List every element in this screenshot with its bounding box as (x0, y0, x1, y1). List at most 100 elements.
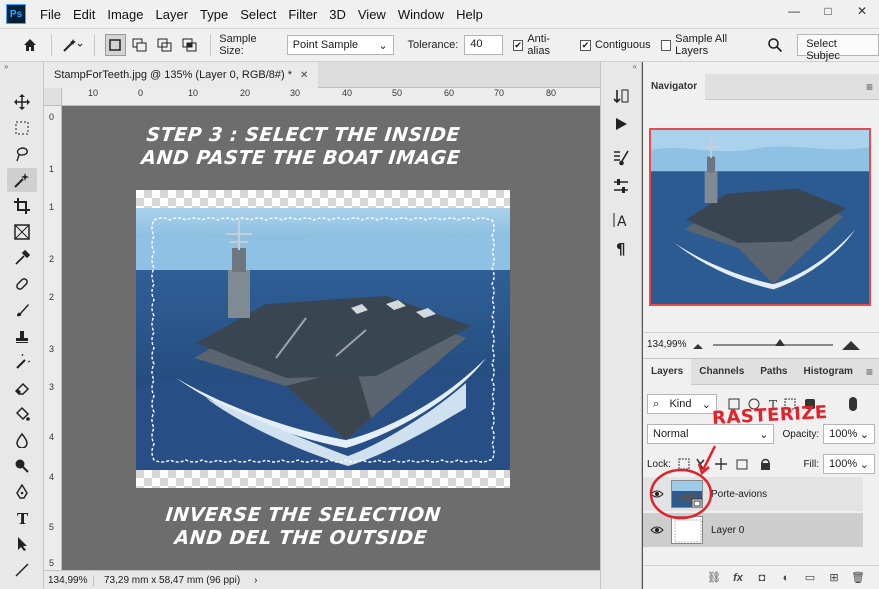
adjustment-icon[interactable]: ◐ (777, 569, 795, 587)
menu-help[interactable]: Help (450, 7, 489, 22)
group-icon[interactable]: ▭ (801, 569, 819, 587)
tab-layers[interactable]: Layers (643, 358, 692, 385)
zoom-out-icon[interactable] (691, 340, 705, 350)
new-layer-icon[interactable]: ⊞ (825, 569, 843, 587)
layer-thumbnail[interactable] (671, 516, 703, 544)
trash-icon[interactable]: 🗑 (849, 569, 867, 587)
clone-stamp-tool-icon[interactable] (7, 324, 37, 348)
filter-toggle[interactable] (849, 397, 857, 411)
menu-view[interactable]: View (352, 7, 392, 22)
panel-menu-icon[interactable]: ≡ (866, 365, 873, 379)
lock-icons[interactable] (677, 456, 777, 472)
fill-input[interactable]: 100% ⌄ (823, 454, 875, 474)
paragraph-icon[interactable]: ¶ (605, 236, 637, 260)
history-brush-tool-icon[interactable] (7, 350, 37, 374)
horizontal-ruler[interactable]: 10 0 10 20 30 40 50 60 70 80 (62, 88, 600, 106)
zoom-in-icon[interactable] (841, 339, 861, 351)
ruler-corner[interactable] (44, 88, 62, 106)
paint-bucket-tool-icon[interactable] (7, 402, 37, 426)
eyedropper-tool-icon[interactable] (7, 246, 37, 270)
sample-size-select[interactable]: Point Sample ⌄ (286, 35, 394, 55)
close-icon[interactable]: ✕ (300, 70, 308, 81)
anti-alias-checkbox[interactable]: ✔ (512, 39, 524, 51)
navigator-preview[interactable] (649, 128, 871, 306)
canvas-workspace[interactable]: STEP 3 : SELECT THE INSIDE AND PASTE THE… (62, 106, 600, 570)
dock-collapse-icon[interactable]: « (601, 62, 641, 72)
document-tab[interactable]: StampForTeeth.jpg @ 135% (Layer 0, RGB/8… (44, 62, 319, 88)
layer-kind-select[interactable]: ⌕ Kind ⌄ (647, 394, 717, 414)
frame-tool-icon[interactable] (7, 220, 37, 244)
dodge-tool-icon[interactable] (7, 454, 37, 478)
menu-filter[interactable]: Filter (282, 7, 323, 22)
link-icon[interactable]: ⛓ (705, 569, 723, 587)
panel-menu-icon[interactable]: ≡ (866, 80, 873, 94)
crop-tool-icon[interactable] (7, 194, 37, 218)
toolbar-collapse-icon[interactable]: » (0, 62, 43, 72)
layer-name[interactable]: Porte-avions (711, 489, 767, 500)
healing-brush-tool-icon[interactable] (7, 272, 37, 296)
document-canvas[interactable] (136, 190, 510, 488)
adjust-sliders-icon[interactable] (605, 174, 637, 198)
layer-row[interactable]: Layer 0 (643, 513, 863, 547)
character-icon[interactable]: A (605, 208, 637, 232)
sample-all-layers-checkbox[interactable] (660, 39, 672, 51)
layer-row[interactable]: Porte-avions (643, 477, 863, 511)
fx-icon[interactable]: fx (729, 569, 747, 587)
add-selection-icon[interactable] (130, 34, 151, 56)
search-icon[interactable] (764, 34, 785, 56)
brush-tool-icon[interactable] (7, 298, 37, 322)
navigator-zoom-slider[interactable] (713, 338, 833, 346)
tolerance-input[interactable]: 40 (464, 35, 503, 55)
layer-name[interactable]: Layer 0 (711, 525, 744, 536)
eye-icon[interactable] (643, 525, 671, 535)
menu-type[interactable]: Type (194, 7, 234, 22)
history-icon[interactable] (605, 84, 637, 108)
menu-select[interactable]: Select (234, 7, 282, 22)
blend-mode-select[interactable]: Normal ⌄ (647, 424, 775, 444)
zoom-slider-thumb[interactable] (775, 338, 785, 346)
tab-paths[interactable]: Paths (752, 359, 795, 385)
tab-navigator[interactable]: Navigator (643, 73, 706, 100)
intersect-selection-icon[interactable] (179, 34, 200, 56)
status-zoom[interactable]: 134,99% (44, 574, 94, 586)
mask-icon[interactable]: ◘ (753, 569, 771, 587)
status-menu-arrow[interactable]: › (254, 575, 257, 586)
marquee-tool-icon[interactable] (7, 116, 37, 140)
anti-alias-option[interactable]: ✔ Anti-alias (512, 33, 570, 57)
magic-wand-preset-icon[interactable] (62, 34, 84, 56)
tab-histogram[interactable]: Histogram (796, 359, 861, 385)
eraser-tool-icon[interactable] (7, 376, 37, 400)
sample-all-layers-option[interactable]: Sample All Layers (660, 33, 759, 57)
menu-edit[interactable]: Edit (67, 7, 101, 22)
navigator-zoom-value[interactable]: 134,99% (647, 339, 691, 350)
home-icon[interactable] (20, 34, 41, 56)
play-actions-icon[interactable] (605, 112, 637, 136)
new-selection-icon[interactable] (104, 34, 126, 56)
lasso-tool-icon[interactable] (7, 142, 37, 166)
menu-layer[interactable]: Layer (150, 7, 195, 22)
opacity-input[interactable]: 100% ⌄ (823, 424, 875, 444)
maximize-button[interactable]: □ (811, 0, 845, 22)
line-tool-icon[interactable] (7, 558, 37, 582)
select-subject-button[interactable]: Select Subjec (797, 34, 879, 62)
blur-tool-icon[interactable] (7, 428, 37, 452)
close-button[interactable]: ✕ (845, 0, 879, 22)
contiguous-option[interactable]: ✔ Contiguous (579, 39, 651, 51)
tab-channels[interactable]: Channels (691, 359, 752, 385)
menu-file[interactable]: File (34, 7, 67, 22)
type-tool-icon[interactable]: T (7, 506, 37, 530)
minimize-button[interactable]: — (777, 0, 811, 22)
magic-wand-tool-icon[interactable] (6, 168, 37, 192)
subtract-selection-icon[interactable] (155, 34, 176, 56)
move-tool-icon[interactable] (7, 90, 37, 114)
path-selection-tool-icon[interactable] (7, 532, 37, 556)
eye-icon[interactable] (643, 489, 671, 499)
menu-3d[interactable]: 3D (323, 7, 352, 22)
contiguous-checkbox[interactable]: ✔ (579, 39, 591, 51)
brush-settings-icon[interactable] (605, 146, 637, 170)
menu-window[interactable]: Window (392, 7, 450, 22)
vertical-ruler[interactable]: 0 1 1 2 2 3 3 4 4 5 5 (44, 106, 62, 570)
layer-thumbnail[interactable] (671, 480, 703, 508)
pen-tool-icon[interactable] (7, 480, 37, 504)
menu-image[interactable]: Image (101, 7, 149, 22)
